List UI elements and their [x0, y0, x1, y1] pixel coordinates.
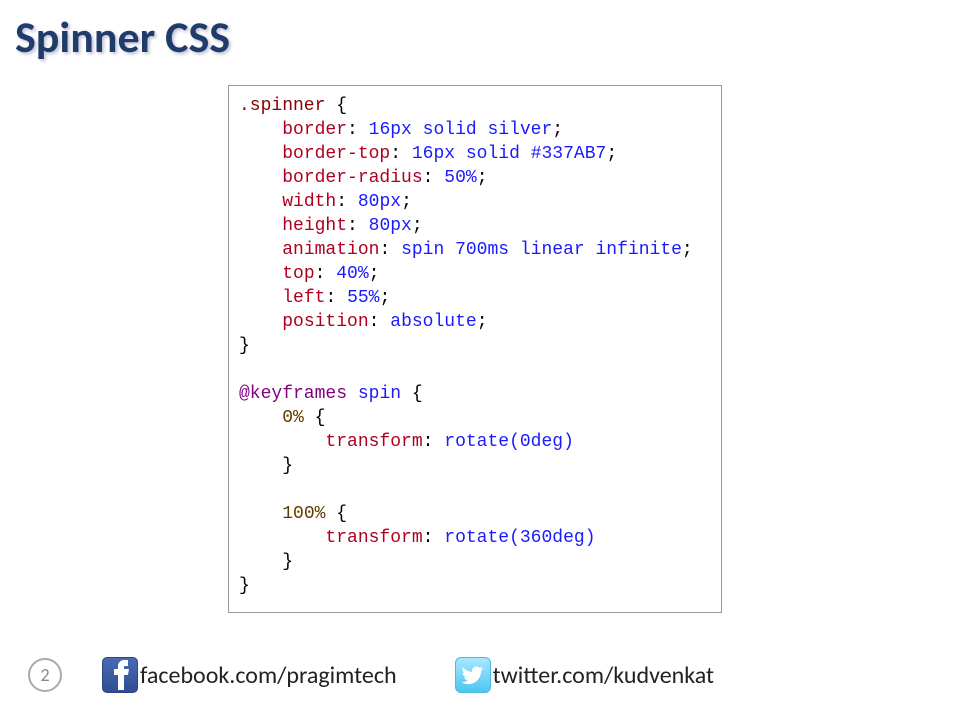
twitter-icon — [455, 657, 491, 693]
twitter-text: twitter.com/kudvenkat — [493, 661, 714, 690]
page-number: 2 — [28, 658, 62, 692]
footer: 2 facebook.com/pragimtech twitter.com/ku… — [0, 650, 960, 700]
page-title: Spinner CSS — [15, 10, 230, 64]
facebook-text: facebook.com/pragimtech — [140, 661, 397, 690]
facebook-icon — [102, 657, 138, 693]
facebook-link[interactable]: facebook.com/pragimtech — [102, 657, 397, 693]
code-block: .spinner { border: 16px solid silver; bo… — [228, 85, 722, 613]
twitter-link[interactable]: twitter.com/kudvenkat — [455, 657, 714, 693]
